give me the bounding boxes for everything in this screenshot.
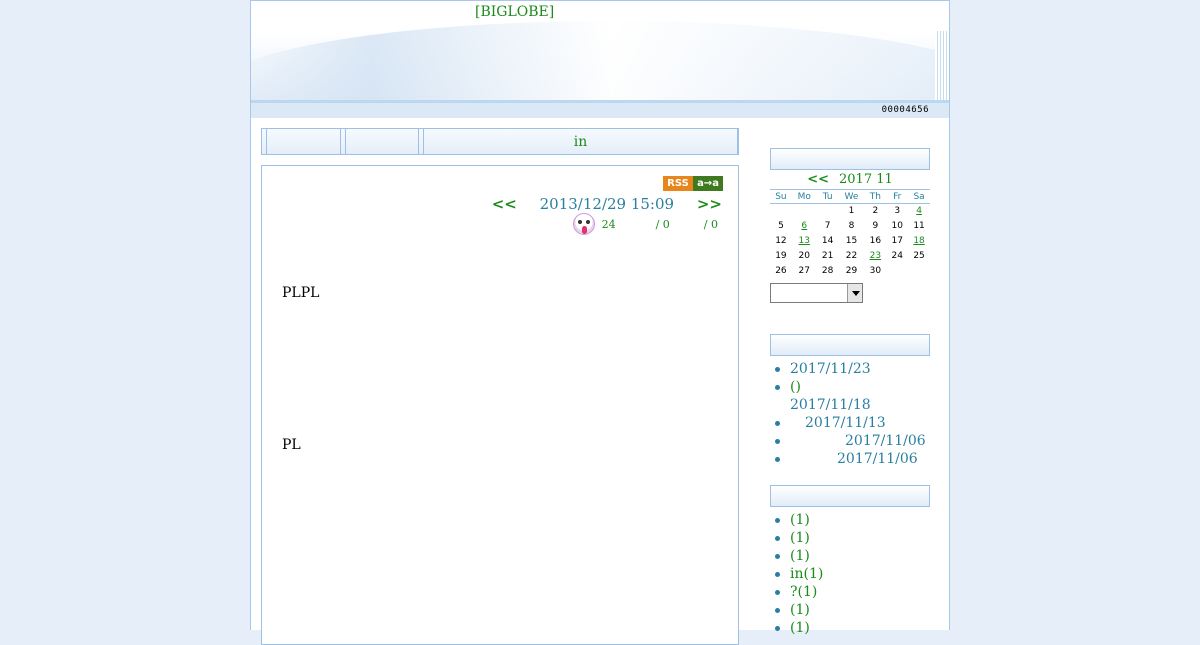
article-box: RSS a→a << 2013/12/29 15:09 >> 24 / 0 / … [261,165,739,645]
calendar-day: 9 [872,221,879,231]
calendar-weekday: Sa [908,189,930,204]
recent-entries-heading [770,334,930,356]
header-bar [251,100,949,118]
calendar-day: 24 [891,251,903,261]
calendar-empty-cell [908,264,930,279]
calendar-weekday: Th [864,189,887,204]
calendar-day: 19 [775,251,787,261]
recent-entries-list: 2017/11/23 () 2017/11/18 2017/11/13 2017/… [770,360,940,468]
calendar-prev-link[interactable]: << [807,172,829,187]
article-paragraph-1: PLPL [282,285,320,301]
recent-entry[interactable]: () 2017/11/18 [775,378,940,414]
entry-meta: 24 / 0 / 0 [572,213,718,235]
calendar-day: 29 [845,266,858,276]
nav-tabs: in [261,128,739,155]
site-title-link[interactable]: [BIGLOBE] [475,4,554,20]
calendar-day: 17 [891,236,903,246]
category-item[interactable]: (1) [775,511,940,529]
page-container: [BIGLOBE] 00004656 in RSS a→a << 2013/12… [250,0,950,645]
a2a-label: a→a [693,176,723,191]
entry-navigation: << 2013/12/29 15:09 >> [492,195,722,213]
calendar-day: 5 [778,221,784,231]
calendar-day: 12 [775,236,787,246]
calendar-weekday: We [838,189,865,204]
rss-a2a-badge[interactable]: RSS a→a [663,176,723,191]
calendar-day: 16 [869,236,882,246]
article-paragraph-2: PL [282,437,301,453]
category-item[interactable]: (1) [775,601,940,619]
calendar-table: Su Mo Tu We Th Fr Sa 1 2 3 4 5 6 7 8 9 10 11 12 13 14 15 16 17… [770,189,930,279]
calendar-day: 20 [798,251,810,261]
calendar-day[interactable]: 18 [908,234,930,249]
prev-entry-link[interactable]: << [492,195,517,213]
calendar-month-select[interactable] [770,283,863,303]
calendar-empty-cell [770,204,792,219]
calendar-day[interactable]: 13 [792,234,817,249]
meta-count-b[interactable]: / 0 [656,218,670,231]
calendar-day: 28 [821,266,834,276]
categories-heading [770,485,930,507]
header-banner: [BIGLOBE] [251,1,949,101]
calendar-day[interactable]: 23 [864,249,886,264]
recent-entry[interactable]: 2017/11/06 [775,432,940,450]
calendar-month: 2017 11 [839,172,893,187]
calendar-weekday: Su [770,189,792,204]
rss-label: RSS [663,176,693,191]
calendar-day: 27 [798,266,810,276]
calendar-day: 1 [848,206,855,217]
calendar-empty-cell [817,204,839,219]
nav-tab-2[interactable] [344,129,420,154]
recent-entry[interactable]: 2017/11/23 [775,360,940,378]
calendar-day: 2 [872,206,879,217]
calendar-day: 10 [891,221,903,231]
calendar-day: 22 [845,251,858,261]
category-item[interactable]: ?(1) [775,583,940,601]
meta-count-c[interactable]: / 0 [704,218,718,231]
visitor-counter: 00004656 [881,105,929,115]
categories-list: (1) (1) (1) in(1) ?(1) (1) (1) [770,511,940,637]
calendar-title: << 2017 11 [770,172,930,187]
calendar-day[interactable]: 4 [908,204,930,219]
calendar-day: 7 [824,221,831,231]
meta-count-a[interactable]: 24 [602,218,616,231]
next-entry-link[interactable]: >> [697,195,722,213]
calendar-day: 26 [775,266,787,276]
entry-date: 2013/12/29 15:09 [539,195,675,213]
calendar-day[interactable]: 6 [792,219,817,234]
chevron-down-icon[interactable] [847,284,862,302]
calendar-weekday: Tu [816,189,839,204]
calendar-day: 11 [913,221,925,231]
calendar-weekday: Fr [886,189,909,204]
calendar-heading [770,148,930,170]
recent-entry[interactable]: 2017/11/13 [775,414,940,432]
header-swoosh [251,21,949,101]
surprised-face-icon [572,213,595,235]
calendar-weekday: Mo [791,189,817,204]
calendar-empty-cell [886,264,908,279]
calendar-empty-cell [792,204,817,219]
header-stripes [935,31,949,101]
calendar-day: 25 [913,251,925,261]
category-item[interactable]: (1) [775,529,940,547]
calendar-day: 15 [845,236,858,246]
calendar-day: 21 [821,251,834,261]
calendar-day: 30 [869,266,882,276]
calendar-day: 3 [894,206,901,217]
category-item[interactable]: (1) [775,547,940,565]
category-item[interactable]: (1) [775,619,940,637]
calendar-day: 14 [821,236,834,246]
recent-entry[interactable]: 2017/11/06 [775,450,940,468]
nav-tab-in[interactable]: in [423,129,739,154]
category-item[interactable]: in(1) [775,565,940,583]
nav-tab-1[interactable] [266,129,341,154]
calendar-day: 8 [848,221,855,231]
